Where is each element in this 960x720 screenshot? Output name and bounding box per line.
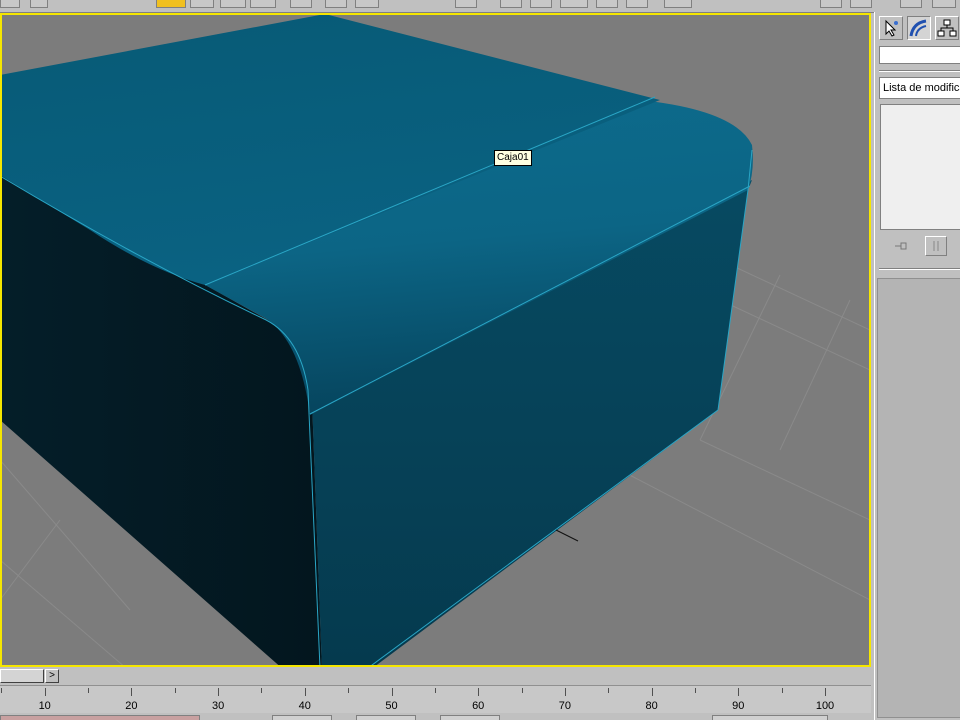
trackbar-tick — [738, 688, 740, 696]
next-frame-button[interactable]: > — [45, 669, 59, 683]
trackbar-tick — [825, 688, 826, 696]
trackbar-tick-label: 60 — [472, 700, 485, 712]
status-field — [0, 715, 200, 720]
command-panel: Lista de modificadores — [874, 12, 960, 720]
toolbar-button[interactable] — [664, 0, 692, 8]
toolbar-button[interactable] — [355, 0, 379, 8]
trackbar-tick — [44, 688, 46, 696]
toolbar-button[interactable] — [290, 0, 312, 8]
trackbar-tick — [478, 688, 480, 696]
hierarchy-icon — [937, 19, 957, 37]
modify-tab[interactable] — [907, 16, 931, 40]
pin-stack-icon — [895, 242, 907, 250]
coordinate-field-y[interactable] — [356, 715, 416, 720]
toolbar-button[interactable] — [932, 0, 956, 8]
create-tab[interactable] — [879, 16, 903, 40]
trackbar-tick-label: 70 — [558, 700, 572, 712]
toolbar-button[interactable] — [850, 0, 872, 8]
rollout-area — [877, 278, 960, 718]
trackbar-tick — [521, 688, 523, 693]
panel-separator — [879, 70, 960, 72]
trackbar-tick-label: 10 — [38, 700, 51, 712]
toolbar-button[interactable] — [820, 0, 842, 8]
status-field — [712, 715, 828, 720]
trackbar-tick-label: 100 — [815, 700, 835, 712]
trackbar-tick — [694, 688, 696, 693]
trackbar-tick — [304, 688, 306, 696]
status-bar — [0, 713, 871, 720]
object-name-tooltip: Caja01 — [494, 150, 532, 166]
viewport-scene — [2, 15, 869, 665]
pivot-axis-line — [555, 529, 579, 542]
toolbar-button[interactable] — [900, 0, 922, 8]
trackbar-tick-label: 50 — [385, 700, 398, 712]
create-cursor-icon — [885, 19, 898, 37]
show-end-result-icon — [933, 241, 939, 251]
toolbar-button[interactable] — [325, 0, 347, 8]
trackbar-tick-label: 80 — [645, 700, 658, 712]
trackbar[interactable]: 10 20 30 40 50 60 70 80 90 100 — [0, 685, 871, 714]
toolbar-button[interactable] — [626, 0, 648, 8]
trackbar-tick-label: 30 — [211, 700, 225, 712]
trackbar-tick — [348, 688, 350, 693]
perspective-viewport[interactable]: Caja01 — [0, 13, 871, 667]
toolbar-button[interactable] — [250, 0, 276, 8]
toolbar-button[interactable] — [30, 0, 48, 8]
time-slider[interactable]: > — [0, 667, 871, 685]
select-object-button[interactable] — [156, 0, 186, 8]
trackbar-tick — [88, 688, 90, 693]
trackbar-tick — [608, 688, 610, 693]
trackbar-tick — [218, 688, 220, 696]
panel-separator — [879, 268, 960, 270]
modifier-list-dropdown[interactable]: Lista de modificadores — [879, 77, 960, 99]
toolbar-button[interactable] — [0, 0, 20, 8]
trackbar-tick — [651, 688, 653, 696]
trackbar-tick — [564, 688, 566, 696]
coordinate-field-z[interactable] — [440, 715, 500, 720]
toolbar-button[interactable] — [596, 0, 618, 8]
toolbar-button[interactable] — [220, 0, 246, 8]
trackbar-tick-label: 40 — [298, 700, 311, 712]
trackbar-tick — [434, 688, 436, 693]
trackbar-tick — [131, 688, 133, 696]
trackbar-tick-label: 90 — [732, 700, 745, 712]
trackbar-tick — [391, 688, 393, 696]
trackbar-tick — [781, 688, 783, 693]
toolbar-button[interactable] — [530, 0, 552, 8]
toolbar-button[interactable] — [190, 0, 214, 8]
toolbar-button[interactable] — [500, 0, 522, 8]
trackbar-tick — [1, 688, 3, 693]
show-end-result-button[interactable] — [925, 236, 947, 256]
modifier-stack-view[interactable] — [880, 104, 960, 230]
time-slider-handle[interactable] — [0, 669, 44, 683]
modify-curve-icon — [909, 19, 927, 37]
trackbar-tick — [261, 688, 263, 693]
toolbar-button[interactable] — [455, 0, 477, 8]
object-name-field[interactable] — [879, 46, 960, 64]
hierarchy-tab[interactable] — [935, 16, 959, 40]
main-toolbar — [0, 0, 960, 13]
trackbar-tick-label: 20 — [125, 700, 138, 712]
coordinate-field-x[interactable] — [272, 715, 332, 720]
pin-stack-button[interactable] — [891, 236, 913, 256]
trackbar-tick — [174, 688, 176, 693]
toolbar-button[interactable] — [560, 0, 588, 8]
